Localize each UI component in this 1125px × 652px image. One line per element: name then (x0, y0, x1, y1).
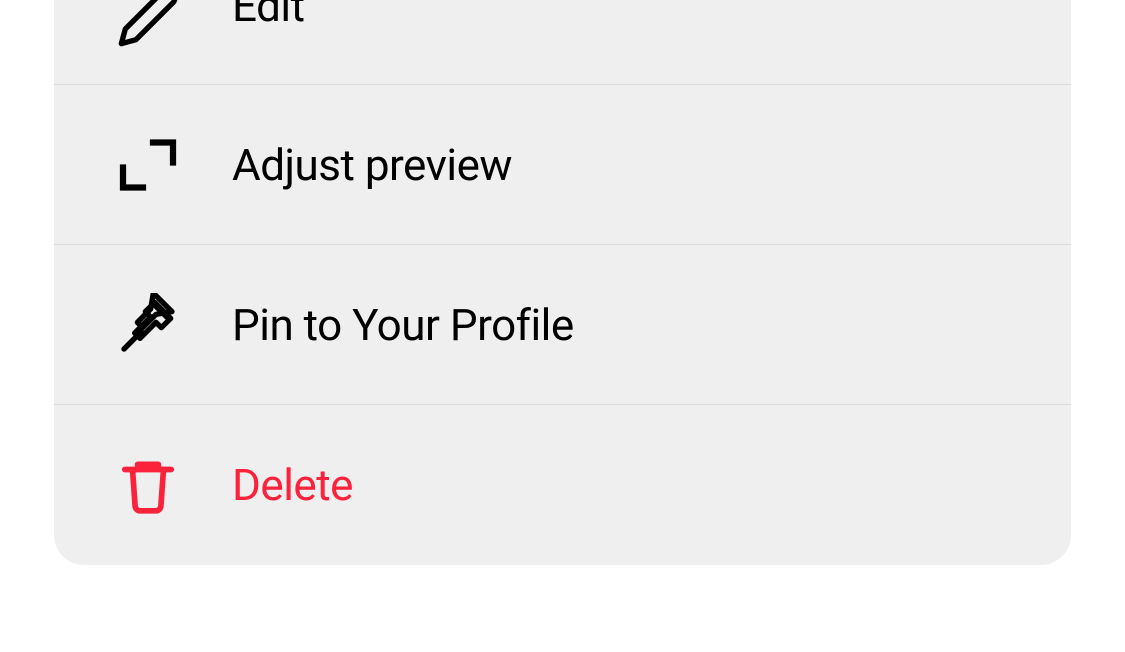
edit-icon (116, 0, 180, 49)
crop-icon (116, 133, 180, 197)
menu-item-delete[interactable]: Delete (54, 405, 1071, 565)
menu-item-label: Pin to Your Profile (232, 299, 574, 351)
menu-item-label: Delete (232, 459, 353, 511)
action-menu: Edit Adjust preview Pin to Your Profil (54, 0, 1071, 565)
menu-item-edit[interactable]: Edit (54, 0, 1071, 85)
trash-icon (116, 453, 180, 517)
menu-item-pin[interactable]: Pin to Your Profile (54, 245, 1071, 405)
menu-item-label: Edit (232, 0, 305, 32)
pin-icon (116, 293, 180, 357)
menu-item-label: Adjust preview (232, 139, 512, 191)
menu-item-adjust-preview[interactable]: Adjust preview (54, 85, 1071, 245)
